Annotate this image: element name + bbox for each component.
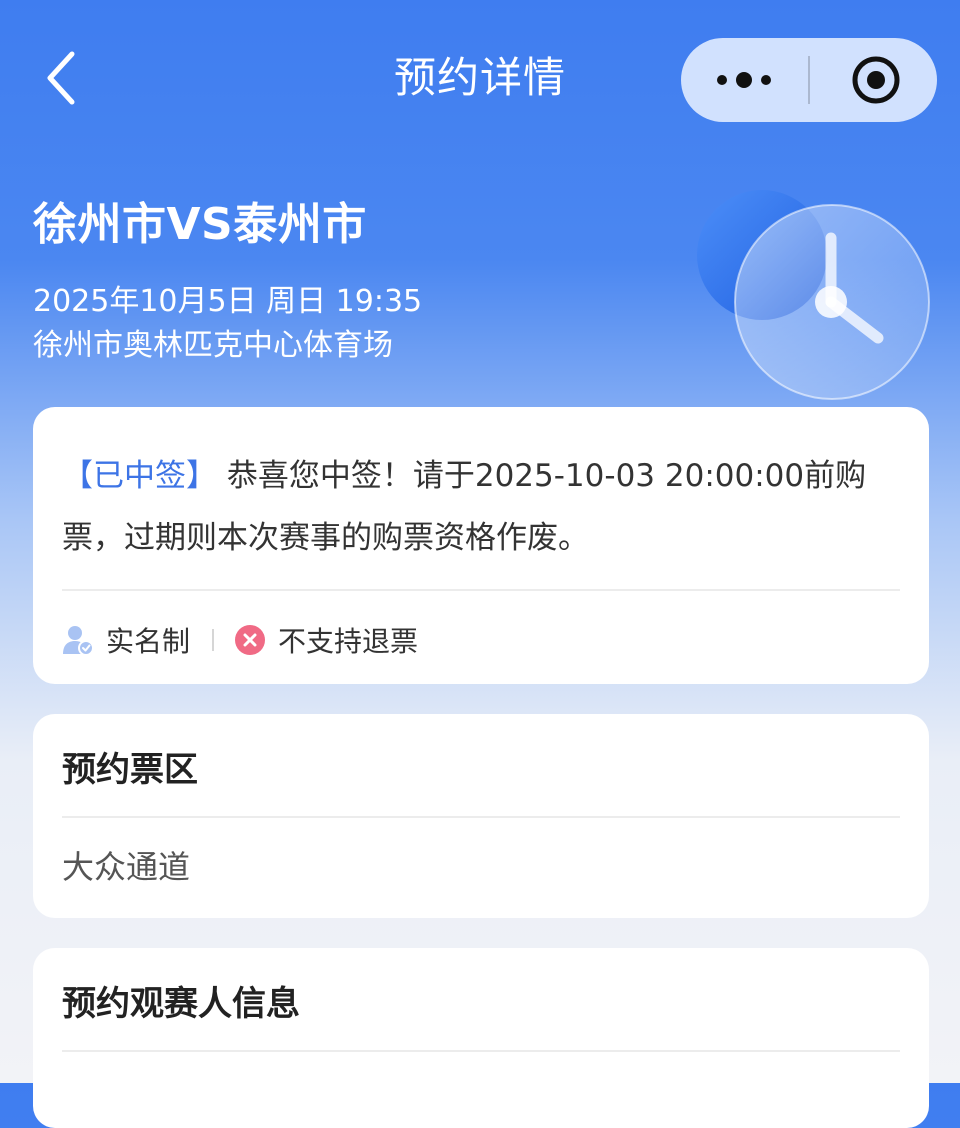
ticket-zone-title: 预约票区: [62, 750, 198, 790]
no-refund-label: 不支持退票: [278, 625, 419, 658]
mini-program-capsule: [681, 38, 937, 122]
match-datetime: 2025年10月5日 周日 19:35: [33, 284, 423, 319]
rule-separator: [212, 629, 215, 651]
divider: [62, 589, 900, 591]
match-title: 徐州市VS泰州市: [33, 199, 367, 250]
status-badge: 【已中签】: [62, 458, 217, 494]
ticket-rules: 实名制 不支持退票: [62, 610, 418, 670]
verified-user-icon: [62, 624, 94, 656]
match-venue: 徐州市奥林匹克中心体育场: [33, 328, 393, 363]
divider: [62, 816, 900, 818]
ticket-zone-value: 大众通道: [62, 848, 191, 886]
nav-bar: 预约详情: [0, 0, 960, 150]
viewer-info-title: 预约观赛人信息: [62, 984, 300, 1024]
ticket-zone-card: 预约票区 大众通道: [33, 714, 929, 918]
lottery-notice-card: 【已中签】 恭喜您中签！请于2025-10-03 20:00:00前购票，过期则…: [33, 407, 929, 684]
real-name-label: 实名制: [106, 625, 191, 658]
divider: [62, 1050, 900, 1052]
more-button[interactable]: [681, 38, 808, 122]
target-close-icon: [852, 56, 900, 104]
notice-text: 【已中签】 恭喜您中签！请于2025-10-03 20:00:00前购票，过期则…: [62, 445, 902, 569]
close-button[interactable]: [810, 38, 937, 122]
clock-icon: [690, 180, 940, 410]
cross-circle-icon: [234, 624, 266, 656]
more-dots-icon: [717, 72, 771, 88]
viewer-info-card: 预约观赛人信息: [33, 948, 929, 1128]
